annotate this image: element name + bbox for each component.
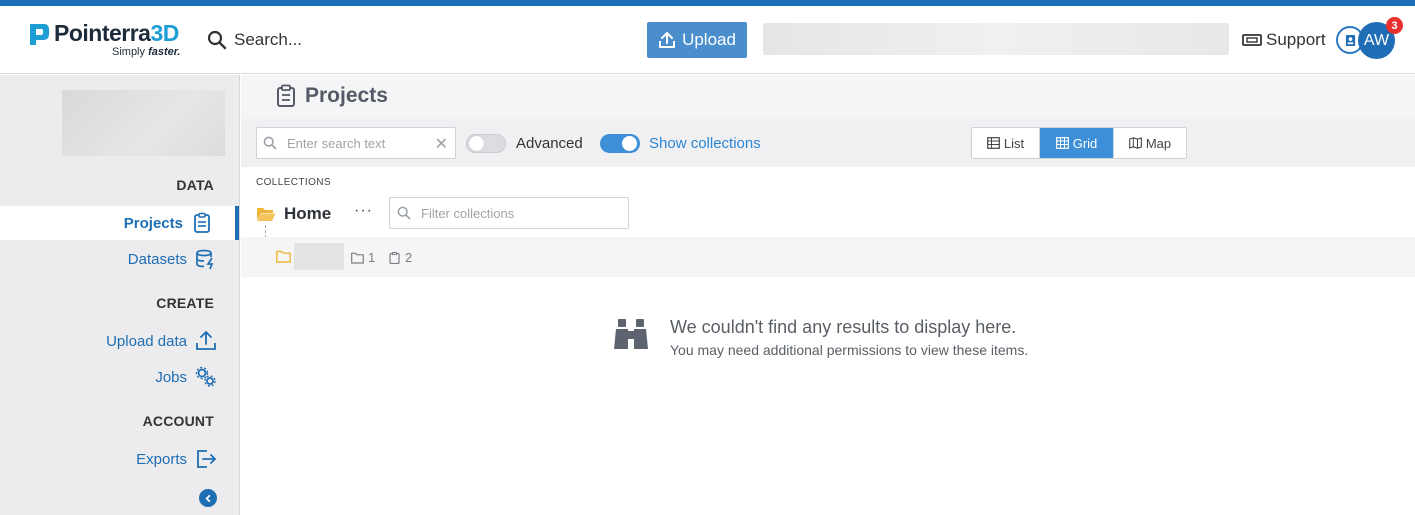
advanced-toggle[interactable] (466, 134, 506, 153)
empty-state-subtitle: You may need additional permissions to v… (670, 342, 1029, 358)
global-search-label: Search... (234, 30, 303, 49)
view-map-label: Map (1145, 135, 1172, 151)
toggle-knob (622, 136, 637, 151)
filter-collections-box (389, 197, 629, 229)
upload-button-label: Upload (682, 30, 736, 49)
project-count-value: 2 (405, 250, 413, 265)
collapse-sidebar-button[interactable] (199, 489, 217, 507)
notification-badge: 3 (1386, 17, 1403, 34)
export-icon (197, 450, 217, 468)
project-search-box: ✕ (256, 127, 456, 159)
avatar-initials: AW (1363, 31, 1390, 49)
view-list-label: List (1003, 135, 1025, 151)
empty-state-title: We couldn't find any results to display … (670, 317, 1017, 337)
clipboard-icon (277, 84, 295, 107)
home-collection[interactable]: Home ··· (256, 202, 372, 226)
sidebar-item-exports[interactable]: Exports (0, 442, 239, 476)
redacted-org-logo (62, 90, 225, 156)
sidebar-item-label: Projects (123, 214, 183, 232)
binoculars-icon (614, 319, 648, 349)
projects-toolbar: ✕ Advanced Show collections List Grid Ma… (241, 119, 1415, 167)
sidebar-item-projects[interactable]: Projects (0, 206, 239, 240)
sidebar-item-label: Datasets (127, 250, 187, 268)
show-collections-toggle[interactable] (600, 134, 640, 153)
collection-row[interactable]: 1 2 (241, 237, 1415, 277)
sidebar-item-jobs[interactable]: Jobs (0, 360, 239, 394)
empty-state: We couldn't find any results to display … (613, 317, 1063, 367)
collections-heading: COLLECTIONS (256, 177, 331, 188)
home-label: Home (284, 204, 332, 223)
clipboard-icon (194, 212, 210, 233)
section-title-account: ACCOUNT (142, 413, 214, 429)
clear-search-icon[interactable]: ✕ (435, 134, 448, 154)
show-collections-label: Show collections (649, 135, 761, 152)
global-search[interactable]: Search... (207, 28, 302, 52)
project-count: 2 (388, 250, 412, 265)
view-grid-button[interactable]: Grid (1040, 128, 1114, 158)
upload-button[interactable]: Upload (647, 22, 747, 58)
folder-icon (276, 250, 291, 263)
main-content: Projects ✕ Advanced Show collections Lis… (241, 75, 1415, 515)
sidebar-item-label: Upload data (106, 332, 187, 350)
chevron-left-icon (204, 494, 210, 502)
redacted-header-area (763, 23, 1229, 55)
support-link[interactable]: Support (1242, 28, 1326, 52)
redacted-collection-name (294, 243, 344, 270)
table-icon (986, 137, 1000, 149)
grid-icon (1055, 137, 1069, 149)
sidebar-item-label: Jobs (155, 368, 187, 386)
view-grid-label: Grid (1072, 135, 1098, 151)
home-more-menu[interactable]: ··· (354, 202, 373, 220)
subfolder-count-value: 1 (368, 250, 376, 265)
upload-tray-icon (196, 331, 216, 350)
section-title-data: DATA (176, 177, 214, 193)
toggle-knob (469, 136, 484, 151)
support-label: Support (1266, 30, 1326, 49)
app-header: Pointerra3D Simply faster. Search... Upl… (0, 6, 1415, 74)
page-title: Projects (275, 84, 388, 108)
sidebar-item-upload-data[interactable]: Upload data (0, 324, 239, 358)
logo-mark-icon (30, 24, 49, 45)
folder-open-icon (257, 208, 276, 221)
logo-wordmark: Pointerra3D (54, 20, 179, 46)
gears-icon (195, 366, 216, 387)
subfolder-count: 1 (351, 250, 375, 265)
logo-tagline: Simply faster. (112, 46, 181, 58)
search-icon (263, 136, 277, 150)
sidebar-item-datasets[interactable]: Datasets (0, 242, 239, 276)
ticket-icon (1242, 34, 1262, 46)
view-map-button[interactable]: Map (1114, 128, 1186, 158)
project-search-input[interactable] (287, 135, 437, 151)
sidebar-item-label: Exports (136, 450, 187, 468)
filter-collections-input[interactable] (421, 205, 621, 221)
view-switcher: List Grid Map (971, 127, 1187, 159)
search-icon (397, 206, 411, 220)
clipboard-icon (389, 251, 400, 264)
user-card-icon (1345, 34, 1355, 46)
upload-icon (659, 32, 676, 48)
map-icon (1128, 137, 1142, 149)
advanced-label: Advanced (516, 135, 583, 152)
search-icon (207, 30, 227, 50)
folder-icon (351, 252, 364, 264)
view-list-button[interactable]: List (972, 128, 1040, 158)
section-title-create: CREATE (156, 295, 214, 311)
page-header: Projects (241, 75, 1415, 119)
database-bolt-icon (196, 249, 214, 270)
pointerra-logo[interactable]: Pointerra3D Simply faster. (28, 20, 188, 60)
page-title-text: Projects (305, 84, 388, 107)
sidebar: DATA Projects Datasets CREATE Upload dat… (0, 75, 240, 515)
